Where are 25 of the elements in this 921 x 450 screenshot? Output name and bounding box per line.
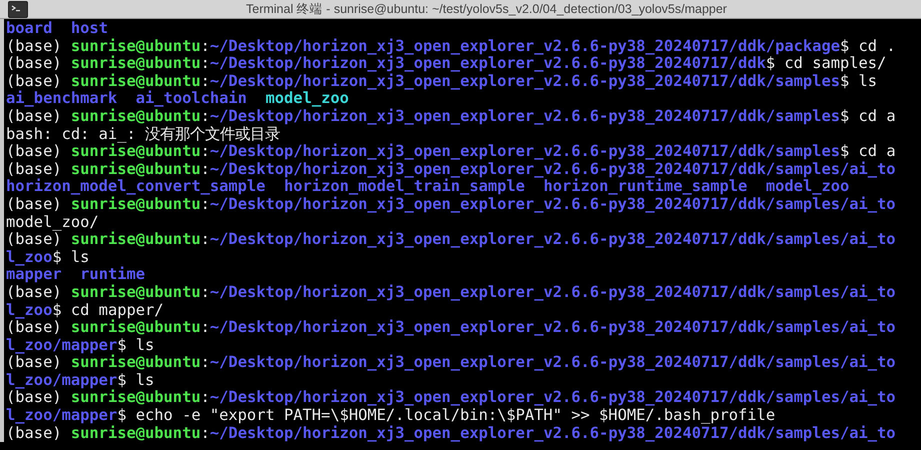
terminal-line: (base) sunrise@ubuntu:~/Desktop/horizon_xj3_open_explorer_v2.6.6-py38_20240717/ddk/samples/ai_to — [6, 424, 897, 442]
terminal-line: (base) sunrise@ubuntu:~/Desktop/horizon_xj3_open_explorer_v2.6.6-py38_20240717/ddk/samples/ai_to — [6, 196, 897, 214]
terminal-line: l_zoo/mapper$ ls — [6, 372, 156, 390]
terminal-line: (base) sunrise@ubuntu:~/Desktop/horizon_xj3_open_explorer_v2.6.6-py38_20240717/ddk/samples$ cd a — [6, 143, 897, 161]
terminal-line: board host — [6, 20, 109, 38]
terminal-line: (base) sunrise@ubuntu:~/Desktop/horizon_xj3_open_explorer_v2.6.6-py38_20240717/ddk/samples/ai_to — [6, 231, 897, 249]
terminal-line: l_zoo$ ls — [6, 248, 90, 266]
terminal-line: (base) sunrise@ubuntu:~/Desktop/horizon_xj3_open_explorer_v2.6.6-py38_20240717/ddk/samples/ai_to — [6, 284, 897, 302]
terminal-line: (base) sunrise@ubuntu:~/Desktop/horizon_xj3_open_explorer_v2.6.6-py38_20240717/ddk/samples/ai_to — [6, 354, 897, 372]
terminal-line: l_zoo/mapper$ echo -e "export PATH=\$HOME/.local/bin:\$PATH" >> $HOME/.bash_profile — [6, 407, 776, 425]
terminal-line: mapper runtime — [6, 266, 146, 284]
terminal-line: l_zoo$ cd mapper/ — [6, 302, 165, 320]
terminal-line: (base) sunrise@ubuntu:~/Desktop/horizon_xj3_open_explorer_v2.6.6-py38_20240717/ddk/package$ cd . — [6, 38, 897, 56]
terminal-line: horizon_model_convert_sample horizon_model_train_sample horizon_runtime_sample model_zoo — [6, 178, 850, 196]
terminal-line: (base) sunrise@ubuntu:~/Desktop/horizon_xj3_open_explorer_v2.6.6-py38_20240717/ddk/samples/ai_to — [6, 319, 897, 337]
terminal-line: l_zoo/mapper$ ls — [6, 336, 156, 354]
terminal-line: model_zoo/ — [6, 214, 100, 232]
terminal-line: ai_benchmark ai_toolchain model_zoo — [6, 90, 349, 108]
terminal-line: (base) sunrise@ubuntu:~/Desktop/horizon_xj3_open_explorer_v2.6.6-py38_20240717/ddk/samples$ ls — [6, 72, 878, 90]
terminal-line: (base) sunrise@ubuntu:~/Desktop/horizon_xj3_open_explorer_v2.6.6-py38_20240717/ddk/samples/ai_to — [6, 389, 897, 408]
terminal-line: (base) sunrise@ubuntu:~/Desktop/horizon_xj3_open_explorer_v2.6.6-py38_20240717/ddk/samples$ cd a — [6, 108, 897, 126]
terminal-line: (base) sunrise@ubuntu:~/Desktop/horizon_xj3_open_explorer_v2.6.6-py38_20240717/ddk$ cd samples/ — [6, 55, 888, 73]
window-title: Terminal 终端 - sunrise@ubuntu: ~/test/yolov5s_v2.0/04_detection/03_yolov5s/mapper — [246, 0, 727, 18]
terminal-line: (base) sunrise@ubuntu:~/Desktop/horizon_xj3_open_explorer_v2.6.6-py38_20240717/ddk/samples/ai_to — [6, 160, 897, 178]
terminal-line: bash: cd: ai_: 没有那个文件或目录 — [6, 126, 280, 144]
